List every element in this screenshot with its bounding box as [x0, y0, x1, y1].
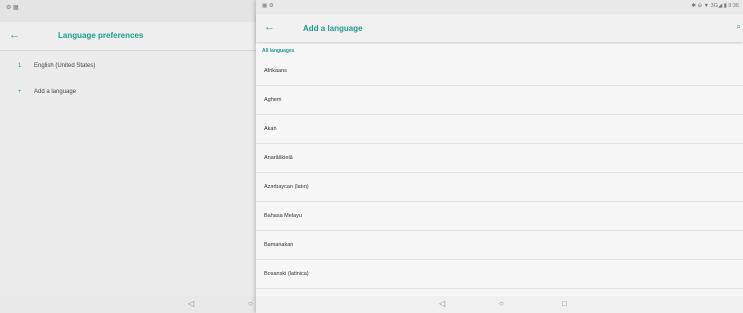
search-icon[interactable]: ⌕ [737, 22, 741, 32]
page-title: Language preferences [58, 31, 144, 40]
list-item[interactable]: Afrikaans [256, 57, 743, 86]
status-bar: ⚙ ▦ [0, 0, 256, 22]
list-item[interactable]: Azərbaycan (latın) [256, 173, 743, 202]
plus-icon: + [18, 89, 22, 95]
page-title: Add a language [303, 24, 363, 33]
status-bar: ▦ ⚙ ✱ ⊖ ▼ 3G◢ ▮ 9:36 [256, 0, 743, 14]
status-icons: ⚙ ▦ [6, 5, 19, 11]
back-arrow-icon[interactable]: ← [9, 29, 20, 41]
back-arrow-icon[interactable]: ← [264, 21, 275, 33]
toolbar: ← Add a language ⌕ [256, 14, 743, 42]
language-preferences-panel: ⚙ ▦ ← Language preferences 1 English (Un… [0, 0, 256, 313]
language-label: Aghem [264, 97, 282, 103]
add-language-label: Add a language [34, 89, 77, 95]
language-label: Anarâškielâ [264, 155, 293, 161]
navigation-bar: ◁ ○ □ [256, 296, 743, 313]
add-language-button[interactable]: + Add a language [0, 80, 256, 106]
nav-home-icon[interactable]: ○ [248, 299, 253, 308]
language-label: English (United States) [34, 63, 96, 69]
status-right-icons: ✱ ⊖ ▼ 3G◢ ▮ 9:36 [691, 3, 739, 9]
list-item[interactable]: Akan [256, 115, 743, 144]
language-label: Bosanski (latinica) [264, 271, 309, 277]
list-item[interactable]: Bahasa Melayu [256, 202, 743, 231]
language-item-english[interactable]: 1 English (United States) [0, 54, 256, 80]
language-label: Azərbaycan (latın) [264, 184, 309, 190]
nav-recents-icon[interactable]: □ [562, 299, 567, 308]
nav-back-icon[interactable]: ◁ [188, 299, 194, 308]
language-list: 1 English (United States) + Add a langua… [0, 54, 256, 106]
status-left-icons: ▦ ⚙ [262, 3, 274, 9]
language-index: 1 [18, 63, 22, 69]
list-item[interactable]: Aghem [256, 86, 743, 115]
language-label: Bamanakan [264, 242, 294, 248]
toolbar: ← Language preferences [0, 22, 256, 51]
list-item[interactable]: Bosanski (latinica) [256, 260, 743, 289]
list-item[interactable]: Anarâškielâ [256, 144, 743, 173]
section-header: All languages [262, 48, 295, 54]
navigation-bar: ◁ ○ [0, 296, 256, 313]
language-label: Bahasa Melayu [264, 213, 302, 219]
language-list: Afrikaans Aghem Akan Anarâškielâ Azərbay… [256, 57, 743, 289]
nav-home-icon[interactable]: ○ [499, 299, 504, 308]
list-item[interactable]: Bamanakan [256, 231, 743, 260]
language-label: Akan [264, 126, 277, 132]
add-language-panel: ▦ ⚙ ✱ ⊖ ▼ 3G◢ ▮ 9:36 ← Add a language ⌕ … [256, 0, 743, 313]
language-label: Afrikaans [264, 68, 287, 74]
nav-back-icon[interactable]: ◁ [439, 299, 445, 308]
